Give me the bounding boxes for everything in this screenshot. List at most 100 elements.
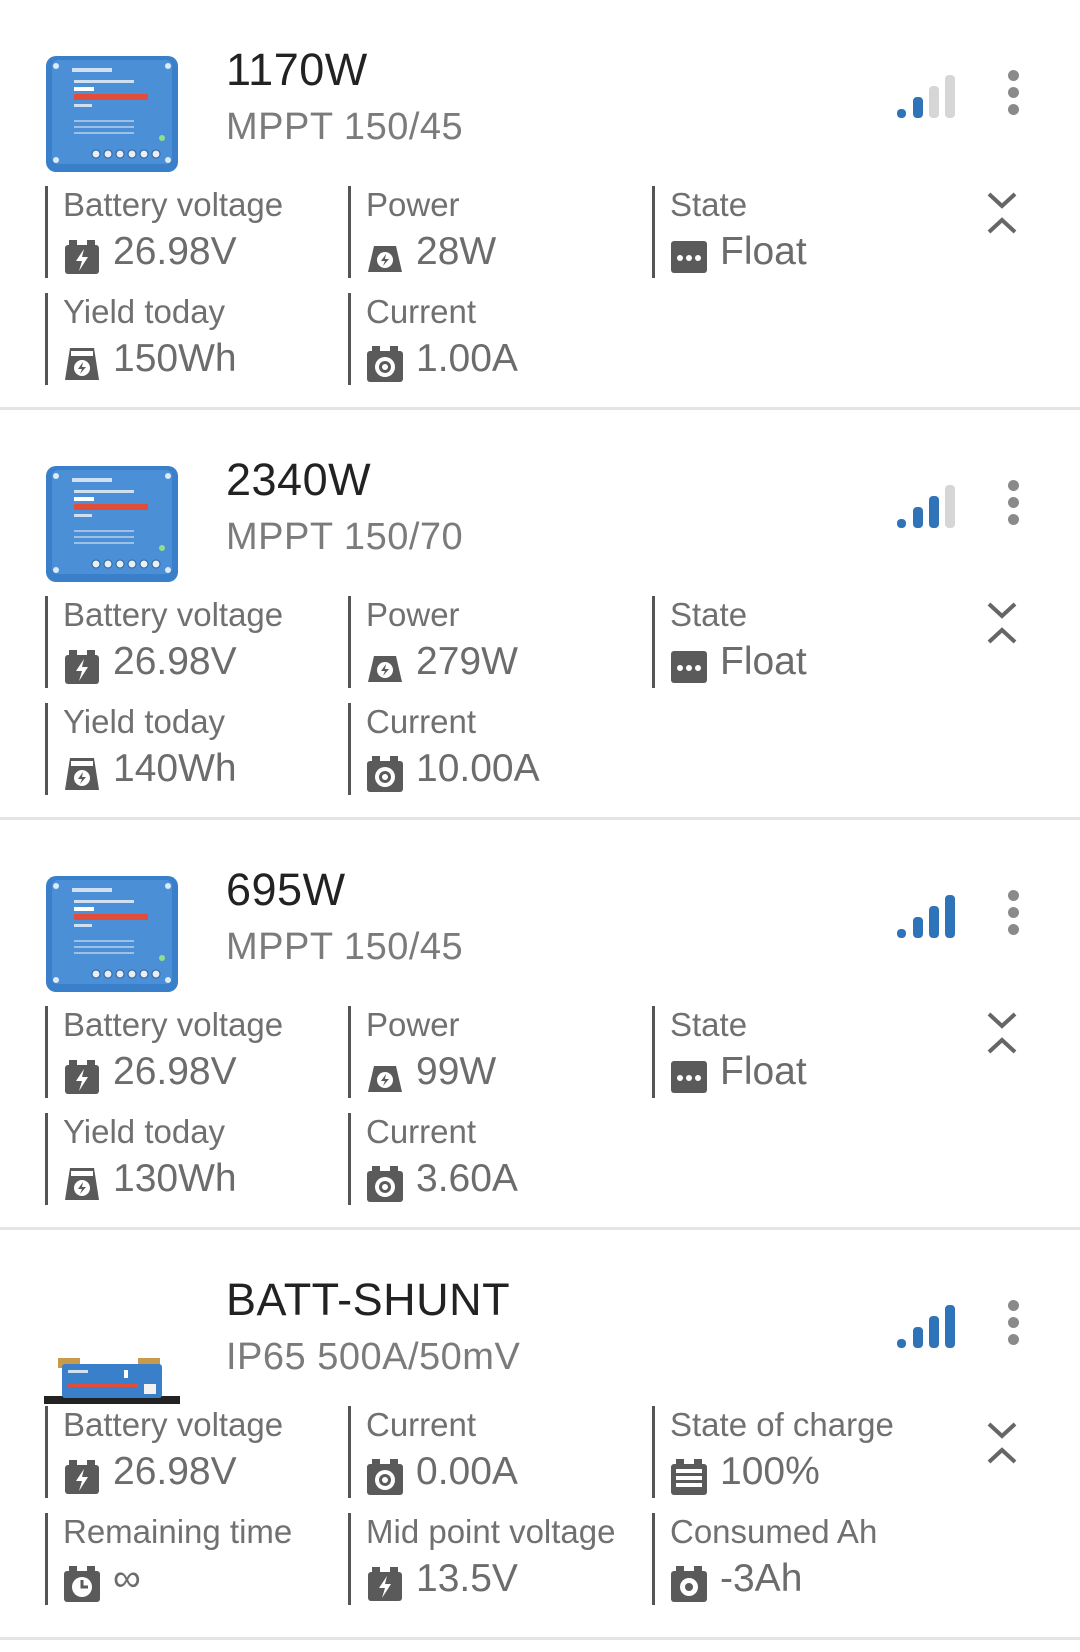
- battery-bolt-icon: [63, 238, 101, 276]
- metric-label: Power: [366, 1006, 460, 1043]
- state-dots-icon: [670, 648, 708, 686]
- battery-bolt-icon: [63, 1058, 101, 1096]
- field-divider: [45, 596, 48, 688]
- metric-field: State Float: [652, 596, 942, 692]
- device-card[interactable]: 1170W MPPT 150/45 Battery voltage 26.98V Pow…: [0, 0, 1080, 410]
- more-options-icon[interactable]: [1000, 70, 1026, 124]
- metric-label: Yield today: [63, 293, 226, 330]
- more-options-icon[interactable]: [1000, 890, 1026, 944]
- metric-value: Float: [720, 230, 807, 273]
- metric-field: Current 3.60A: [348, 1113, 638, 1209]
- metric-label: State: [670, 596, 748, 633]
- metric-field: State Float: [652, 186, 942, 282]
- metric-label: Power: [366, 596, 460, 633]
- metric-field: Battery voltage 26.98V: [45, 1406, 335, 1502]
- metric-field: Current 0.00A: [348, 1406, 638, 1502]
- device-title: 2340W: [226, 454, 372, 505]
- power-icon: [366, 238, 404, 276]
- metric-value: 26.98V: [113, 1050, 237, 1093]
- metric-value: 100%: [720, 1450, 820, 1493]
- metric-field: Power 279W: [348, 596, 638, 692]
- metric-label: Battery voltage: [63, 596, 284, 633]
- device-title: 1170W: [226, 44, 368, 95]
- metric-field: Power 28W: [348, 186, 638, 282]
- metric-label: Current: [366, 293, 477, 330]
- mppt-charge-controller-image: [44, 54, 180, 174]
- metric-value: -3Ah: [720, 1557, 803, 1600]
- field-divider: [45, 1006, 48, 1098]
- current-icon: [366, 1458, 404, 1496]
- field-divider: [45, 293, 48, 385]
- more-options-icon[interactable]: [1000, 1300, 1026, 1354]
- device-card[interactable]: 695W MPPT 150/45 Battery voltage 26.98V Powe…: [0, 820, 1080, 1230]
- field-divider: [348, 596, 351, 688]
- field-divider: [348, 1006, 351, 1098]
- field-divider: [45, 703, 48, 795]
- metric-value: 150Wh: [113, 337, 237, 380]
- device-model: IP65 500A/50mV: [226, 1336, 521, 1378]
- field-divider: [348, 293, 351, 385]
- device-model: MPPT 150/45: [226, 926, 464, 968]
- field-divider: [45, 186, 48, 278]
- metric-value: 0.00A: [416, 1450, 518, 1493]
- metric-label: Current: [366, 1113, 477, 1150]
- yield-today-icon: [63, 755, 101, 793]
- metric-value: ∞: [113, 1557, 141, 1600]
- field-divider: [348, 1513, 351, 1605]
- metric-value: 99W: [416, 1050, 497, 1093]
- metric-field: Yield today 130Wh: [45, 1113, 335, 1209]
- field-divider: [348, 186, 351, 278]
- collapse-expand-icon[interactable]: [985, 1008, 1019, 1060]
- card-divider: [0, 1637, 1080, 1640]
- device-card[interactable]: BATT-SHUNT IP65 500A/50mV Battery voltage 2…: [0, 1230, 1080, 1640]
- battery-bolt-icon: [63, 1458, 101, 1496]
- device-card[interactable]: 2340W MPPT 150/70 Battery voltage 26.98V Pow…: [0, 410, 1080, 820]
- field-divider: [348, 703, 351, 795]
- metric-field: Current 1.00A: [348, 293, 638, 389]
- metric-label: Battery voltage: [63, 1006, 284, 1043]
- metric-value: Float: [720, 1050, 807, 1093]
- power-icon: [366, 1058, 404, 1096]
- power-icon: [366, 648, 404, 686]
- metric-field: Yield today 150Wh: [45, 293, 335, 389]
- metric-label: State: [670, 1006, 748, 1043]
- metric-field: Battery voltage 26.98V: [45, 186, 335, 282]
- metric-label: Battery voltage: [63, 186, 284, 223]
- metric-value: 130Wh: [113, 1157, 237, 1200]
- more-options-icon[interactable]: [1000, 480, 1026, 534]
- metric-value: 26.98V: [113, 640, 237, 683]
- battery-bolt-icon: [366, 1565, 404, 1603]
- battery-shunt-image: [44, 1284, 180, 1404]
- field-divider: [652, 596, 655, 688]
- collapse-expand-icon[interactable]: [985, 598, 1019, 650]
- metric-label: Power: [366, 186, 460, 223]
- yield-today-icon: [63, 1165, 101, 1203]
- metric-field: Consumed Ah -3Ah: [652, 1513, 942, 1609]
- field-divider: [45, 1406, 48, 1498]
- metric-value: 13.5V: [416, 1557, 518, 1600]
- metric-label: State: [670, 186, 748, 223]
- metric-label: Remaining time: [63, 1513, 293, 1550]
- signal-strength-icon: [893, 482, 963, 528]
- field-divider: [348, 1406, 351, 1498]
- signal-strength-icon: [893, 1302, 963, 1348]
- metric-value: Float: [720, 640, 807, 683]
- metric-value: 140Wh: [113, 747, 237, 790]
- metric-label: State of charge: [670, 1406, 894, 1443]
- metric-value: 279W: [416, 640, 518, 683]
- field-divider: [652, 186, 655, 278]
- metric-value: 3.60A: [416, 1157, 518, 1200]
- metric-value: 10.00A: [416, 747, 540, 790]
- collapse-expand-icon[interactable]: [985, 1418, 1019, 1470]
- collapse-expand-icon[interactable]: [985, 188, 1019, 240]
- metric-field: State Float: [652, 1006, 942, 1102]
- metric-field: Remaining time ∞: [45, 1513, 335, 1609]
- state-dots-icon: [670, 1058, 708, 1096]
- field-divider: [45, 1513, 48, 1605]
- metric-label: Yield today: [63, 703, 226, 740]
- field-divider: [45, 1113, 48, 1205]
- metric-value: 1.00A: [416, 337, 518, 380]
- device-title: 695W: [226, 864, 346, 915]
- battery-bolt-icon: [63, 648, 101, 686]
- metric-label: Battery voltage: [63, 1406, 284, 1443]
